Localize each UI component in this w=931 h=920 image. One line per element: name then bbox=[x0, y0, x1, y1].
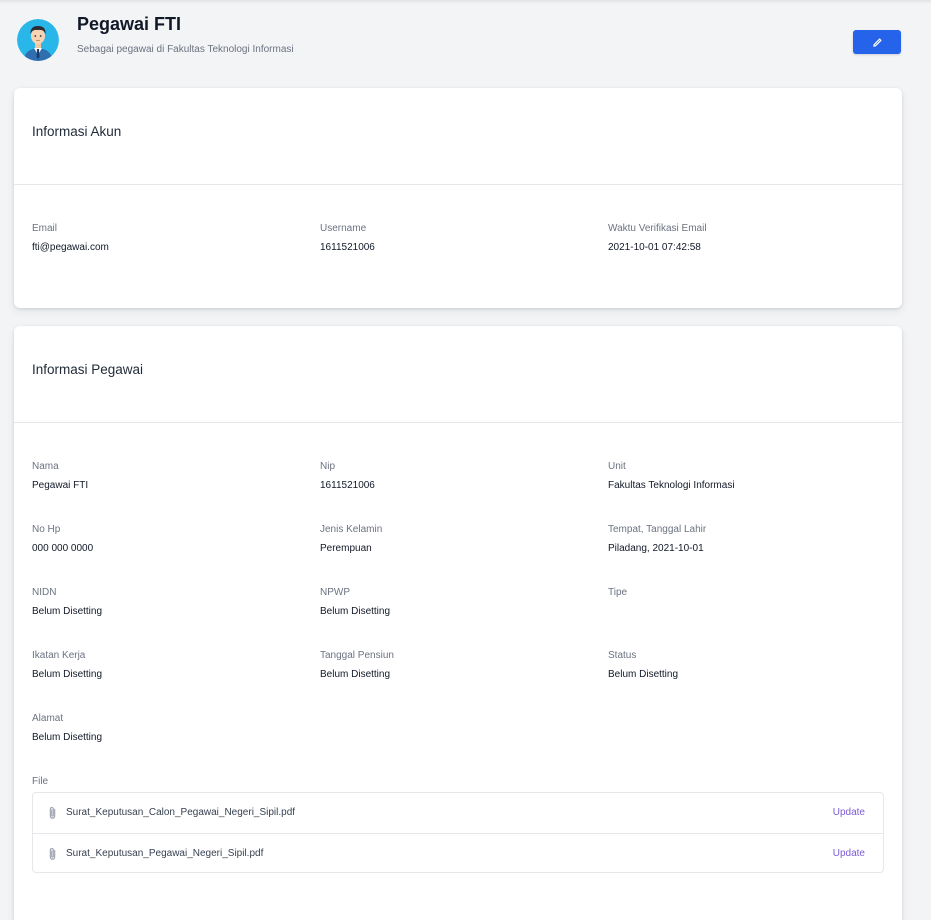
field-nama: Nama Pegawai FTI bbox=[32, 461, 88, 491]
field-label: NPWP bbox=[320, 587, 350, 598]
page-subtitle: Sebagai pegawai di Fakultas Teknologi In… bbox=[77, 44, 294, 55]
pencil-icon bbox=[872, 38, 881, 47]
field-label: Unit bbox=[608, 461, 626, 472]
file-row: Surat_Keputusan_Pegawai_Negeri_Sipil.pdf… bbox=[33, 833, 883, 873]
field-label: Jenis Kelamin bbox=[320, 524, 383, 535]
field-alamat: Alamat Belum Disetting bbox=[32, 713, 102, 743]
avatar bbox=[17, 19, 59, 61]
field-value: Belum Disetting bbox=[32, 669, 103, 680]
user-avatar-icon bbox=[17, 19, 59, 61]
paperclip-icon bbox=[49, 807, 56, 819]
field-value: Belum Disetting bbox=[32, 732, 103, 743]
field-ikatan-kerja: Ikatan Kerja Belum Disetting bbox=[32, 650, 102, 680]
update-link[interactable]: Update bbox=[833, 848, 865, 859]
account-info-card: Informasi Akun Email fti@pegawai.com Use… bbox=[14, 88, 902, 308]
field-npwp: NPWP Belum Disetting bbox=[320, 587, 390, 617]
field-value: Perempuan bbox=[320, 543, 372, 554]
field-value: 2021-10-01 07:42:58 bbox=[608, 242, 701, 253]
field-value: Fakultas Teknologi Informasi bbox=[608, 480, 735, 491]
field-unit: Unit Fakultas Teknologi Informasi bbox=[608, 461, 735, 491]
file-list: Surat_Keputusan_Calon_Pegawai_Negeri_Sip… bbox=[32, 792, 884, 873]
field-email: Email fti@pegawai.com bbox=[32, 223, 109, 253]
field-label: Waktu Verifikasi Email bbox=[608, 223, 707, 234]
field-nip: Nip 1611521006 bbox=[320, 461, 375, 491]
employee-info-title: Informasi Pegawai bbox=[32, 362, 144, 377]
field-tempat-tanggal-lahir: Tempat, Tanggal Lahir Piladang, 2021-10-… bbox=[608, 524, 706, 554]
field-label: Nama bbox=[32, 461, 59, 472]
employee-info-card: Informasi Pegawai Nama Pegawai FTI Nip 1… bbox=[14, 326, 902, 920]
field-jenis-kelamin: Jenis Kelamin Perempuan bbox=[320, 524, 382, 554]
file-name[interactable]: Surat_Keputusan_Pegawai_Negeri_Sipil.pdf bbox=[66, 848, 263, 859]
field-label: Nip bbox=[320, 461, 336, 472]
field-label: Username bbox=[320, 223, 367, 234]
field-nidn: NIDN Belum Disetting bbox=[32, 587, 102, 617]
field-value: Belum Disetting bbox=[320, 606, 391, 617]
field-value: fti@pegawai.com bbox=[32, 242, 109, 253]
field-no-hp: No Hp 000 000 0000 bbox=[32, 524, 93, 554]
edit-button[interactable] bbox=[853, 30, 901, 54]
update-link[interactable]: Update bbox=[833, 807, 865, 818]
field-label: Tempat, Tanggal Lahir bbox=[608, 524, 707, 535]
field-status: Status Belum Disetting bbox=[608, 650, 678, 680]
field-label: No Hp bbox=[32, 524, 61, 535]
page-title: Pegawai FTI bbox=[77, 14, 182, 34]
file-section-label: File bbox=[32, 776, 48, 787]
field-value: Piladang, 2021-10-01 bbox=[608, 543, 704, 554]
field-email-verified-at: Waktu Verifikasi Email 2021-10-01 07:42:… bbox=[608, 223, 707, 253]
field-value: 1611521006 bbox=[320, 480, 375, 491]
field-label: NIDN bbox=[32, 587, 57, 598]
field-label: Status bbox=[608, 650, 637, 661]
field-value: 000 000 0000 bbox=[32, 543, 94, 554]
field-value: 1611521006 bbox=[320, 242, 375, 253]
employee-info-header: Informasi Pegawai bbox=[14, 326, 902, 423]
field-value: Belum Disetting bbox=[32, 606, 103, 617]
field-tanggal-pensiun: Tanggal Pensiun Belum Disetting bbox=[320, 650, 394, 680]
field-label: Email bbox=[32, 223, 58, 234]
field-label: Tipe bbox=[608, 587, 628, 598]
account-info-header: Informasi Akun bbox=[14, 88, 902, 185]
field-value: Pegawai FTI bbox=[32, 480, 89, 491]
account-info-title: Informasi Akun bbox=[32, 124, 122, 139]
field-username: Username 1611521006 bbox=[320, 223, 375, 253]
file-row: Surat_Keputusan_Calon_Pegawai_Negeri_Sip… bbox=[33, 793, 883, 833]
field-value: Belum Disetting bbox=[608, 669, 679, 680]
page-header: Pegawai FTI Sebagai pegawai di Fakultas … bbox=[0, 0, 931, 80]
field-label: File bbox=[32, 776, 49, 787]
field-tipe: Tipe bbox=[608, 587, 627, 606]
paperclip-icon bbox=[49, 848, 56, 860]
field-value: Belum Disetting bbox=[320, 669, 391, 680]
field-label: Ikatan Kerja bbox=[32, 650, 86, 661]
field-label: Tanggal Pensiun bbox=[320, 650, 394, 661]
field-label: Alamat bbox=[32, 713, 64, 724]
file-name[interactable]: Surat_Keputusan_Calon_Pegawai_Negeri_Sip… bbox=[66, 807, 295, 818]
